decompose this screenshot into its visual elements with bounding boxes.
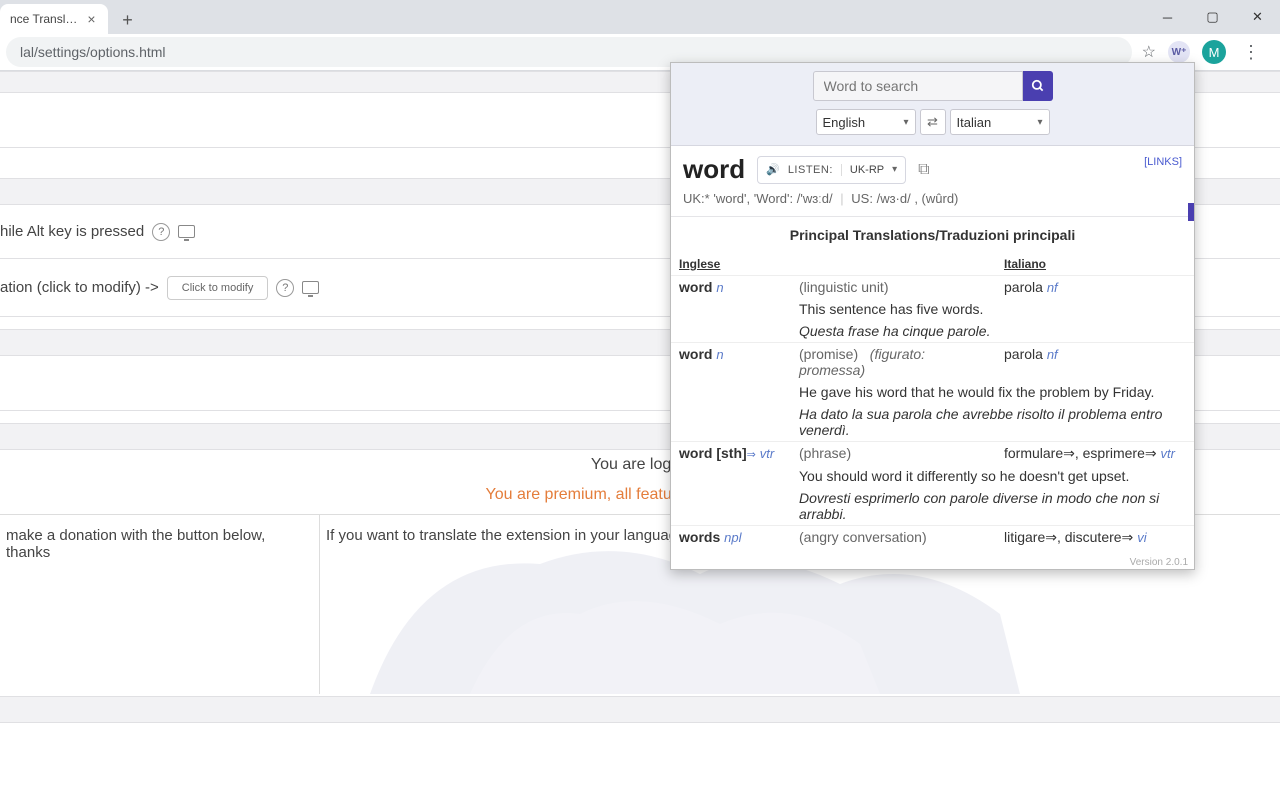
entry-row: words npl(angry conversation)litigare⇒, …: [671, 526, 1194, 550]
magnifier-icon: [1031, 79, 1045, 93]
principal-translations-heading: Principal Translations/Traduzioni princi…: [671, 217, 1194, 253]
extension-popup: ⚙ English▾ ⇄ Italian▾ [LINKS] word 🔊 LIS…: [670, 62, 1195, 570]
example-row-it: Questa frase ha cinque parole.: [671, 320, 1194, 343]
extension-icon[interactable]: W⁺: [1168, 41, 1190, 63]
links-button[interactable]: [LINKS]: [1144, 156, 1182, 168]
entry-row: word n(promise) (figurato: promessa)paro…: [671, 343, 1194, 382]
help-icon[interactable]: ?: [152, 223, 170, 241]
maximize-button[interactable]: ▢: [1190, 0, 1235, 34]
lang-to-label: Italian: [957, 115, 992, 130]
help-icon[interactable]: ?: [276, 279, 294, 297]
minimize-button[interactable]: ─: [1145, 0, 1190, 34]
tab-title: nce Transl…: [10, 12, 77, 26]
browser-tab[interactable]: nce Transl… ×: [0, 4, 108, 34]
close-window-button[interactable]: ✕: [1235, 0, 1280, 34]
url-text: lal/settings/options.html: [20, 44, 166, 60]
example-row-it: Dovresti esprimerlo con parole diverse i…: [671, 487, 1194, 526]
col-dst: Italiano: [996, 253, 1194, 276]
accent-select[interactable]: UK-RP: [841, 164, 884, 176]
bookmark-star-icon[interactable]: ☆: [1142, 42, 1156, 62]
close-icon[interactable]: ×: [83, 11, 99, 27]
example-row: This sentence has five words.: [671, 298, 1194, 320]
chevron-down-icon: ▾: [892, 164, 897, 175]
entry-header: [LINKS] word 🔊 LISTEN: UK-RP ▾ ⧉ UK:* 'w…: [671, 146, 1194, 217]
col-src: Inglese: [671, 253, 791, 276]
modify-button[interactable]: Click to modify: [167, 276, 269, 300]
search-button[interactable]: [1023, 71, 1053, 101]
kebab-menu-icon[interactable]: ⋮: [1238, 42, 1264, 63]
example-row-it: Ha dato la sua parola che avrebbe risolt…: [671, 403, 1194, 442]
swap-languages-button[interactable]: ⇄: [920, 109, 946, 135]
footer-donate: make a donation with the button below, t…: [0, 515, 320, 694]
example-row: He gave his word that he would fix the p…: [671, 381, 1194, 403]
translations-body: Principal Translations/Traduzioni princi…: [671, 217, 1194, 569]
profile-avatar[interactable]: M: [1202, 40, 1226, 64]
headword: word: [683, 154, 745, 185]
chevron-down-icon: ▾: [1037, 117, 1042, 128]
entry-row: word [sth]⇒ vtr(phrase)formulare⇒, espri…: [671, 442, 1194, 466]
display-icon[interactable]: [178, 225, 195, 238]
speaker-icon: 🔊: [766, 163, 780, 176]
popup-header: English ▾ ⇄ Italian ▾: [671, 63, 1194, 146]
listen-control[interactable]: 🔊 LISTEN: UK-RP ▾: [757, 156, 906, 184]
entry-row: word n(linguistic unit)parola nf: [671, 276, 1194, 299]
popout-icon[interactable]: ⧉: [918, 161, 929, 179]
chevron-down-icon: ▾: [903, 117, 908, 128]
browser-titlebar: nce Transl… × + ─ ▢ ✕: [0, 0, 1280, 34]
window-controls: ─ ▢ ✕: [1145, 0, 1280, 34]
version-label: Version 2.0.1: [1130, 557, 1188, 568]
section-header: [0, 696, 1280, 723]
translations-table: Inglese Italiano word n(linguistic unit)…: [671, 253, 1194, 549]
option-label: ation (click to modify) ->: [0, 279, 159, 296]
listen-label: LISTEN:: [788, 164, 833, 176]
new-tab-button[interactable]: +: [114, 6, 142, 34]
lang-from-label: English: [823, 115, 866, 130]
search-input[interactable]: [813, 71, 1023, 101]
pronunciation: UK:* 'word', 'Word': /'wɜːd/ | US: /wɜ·d…: [683, 191, 1182, 206]
lang-from-select[interactable]: English ▾: [816, 109, 916, 135]
lang-to-select[interactable]: Italian ▾: [950, 109, 1050, 135]
example-row: You should word it differently so he doe…: [671, 465, 1194, 487]
display-icon[interactable]: [302, 281, 319, 294]
option-label: hile Alt key is pressed: [0, 223, 144, 240]
